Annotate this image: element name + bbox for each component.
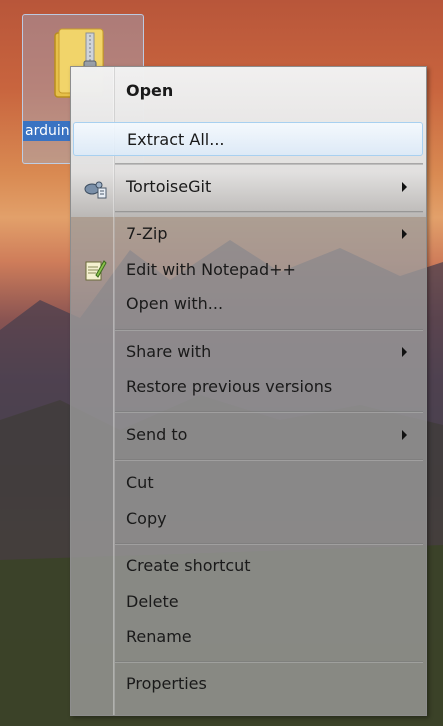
menu-item-rename[interactable]: Rename xyxy=(73,620,423,654)
tortoisegit-icon xyxy=(84,181,107,199)
menu-separator xyxy=(115,411,423,413)
menu-item-label: Extract All... xyxy=(127,130,225,149)
menu-item-copy[interactable]: Copy xyxy=(73,502,423,536)
menu-item-cut[interactable]: Cut xyxy=(73,466,423,500)
menu-item-label: Open with... xyxy=(126,294,224,313)
menu-item-properties[interactable]: Properties xyxy=(73,667,423,701)
menu-item-create-shortcut[interactable]: Create shortcut xyxy=(73,549,423,583)
menu-item-edit-notepadpp[interactable]: Edit with Notepad++ xyxy=(73,253,423,287)
menu-item-tortoisegit[interactable]: TortoiseGit xyxy=(73,170,423,204)
menu-item-share-with[interactable]: Share with xyxy=(73,335,423,369)
menu-item-label: Restore previous versions xyxy=(126,377,333,396)
menu-item-label: Edit with Notepad++ xyxy=(126,260,296,279)
menu-item-label: Cut xyxy=(126,473,154,492)
desktop-file-label: arduino-windows xyxy=(23,121,73,141)
menu-separator xyxy=(115,163,423,165)
menu-item-open-with[interactable]: Open with... xyxy=(73,287,423,321)
menu-separator xyxy=(115,329,423,331)
context-menu: Open Extract All... TortoiseGit 7-Zip Ed… xyxy=(70,66,427,716)
menu-separator xyxy=(115,211,423,213)
menu-item-extract-all[interactable]: Extract All... xyxy=(73,122,423,156)
menu-separator xyxy=(115,661,423,663)
menu-item-label: Delete xyxy=(126,592,179,611)
chevron-right-icon xyxy=(402,347,407,357)
menu-item-label: Rename xyxy=(126,627,192,646)
menu-separator xyxy=(115,459,423,461)
menu-item-restore-previous-versions[interactable]: Restore previous versions xyxy=(73,370,423,404)
menu-item-delete[interactable]: Delete xyxy=(73,585,423,619)
menu-item-send-to[interactable]: Send to xyxy=(73,418,423,452)
menu-separator xyxy=(115,543,423,545)
menu-item-label: Create shortcut xyxy=(126,556,251,575)
menu-item-label: TortoiseGit xyxy=(126,177,212,196)
menu-item-label: Copy xyxy=(126,509,167,528)
chevron-right-icon xyxy=(402,182,407,192)
menu-item-7zip[interactable]: 7-Zip xyxy=(73,217,423,251)
menu-item-label: Properties xyxy=(126,674,207,693)
menu-item-label: Share with xyxy=(126,342,212,361)
menu-item-label: Open xyxy=(126,81,174,100)
chevron-right-icon xyxy=(402,430,407,440)
menu-item-label: 7-Zip xyxy=(126,224,168,243)
notepadpp-icon xyxy=(85,260,107,281)
chevron-right-icon xyxy=(402,229,407,239)
menu-item-open[interactable]: Open xyxy=(73,74,423,108)
menu-item-label: Send to xyxy=(126,425,188,444)
